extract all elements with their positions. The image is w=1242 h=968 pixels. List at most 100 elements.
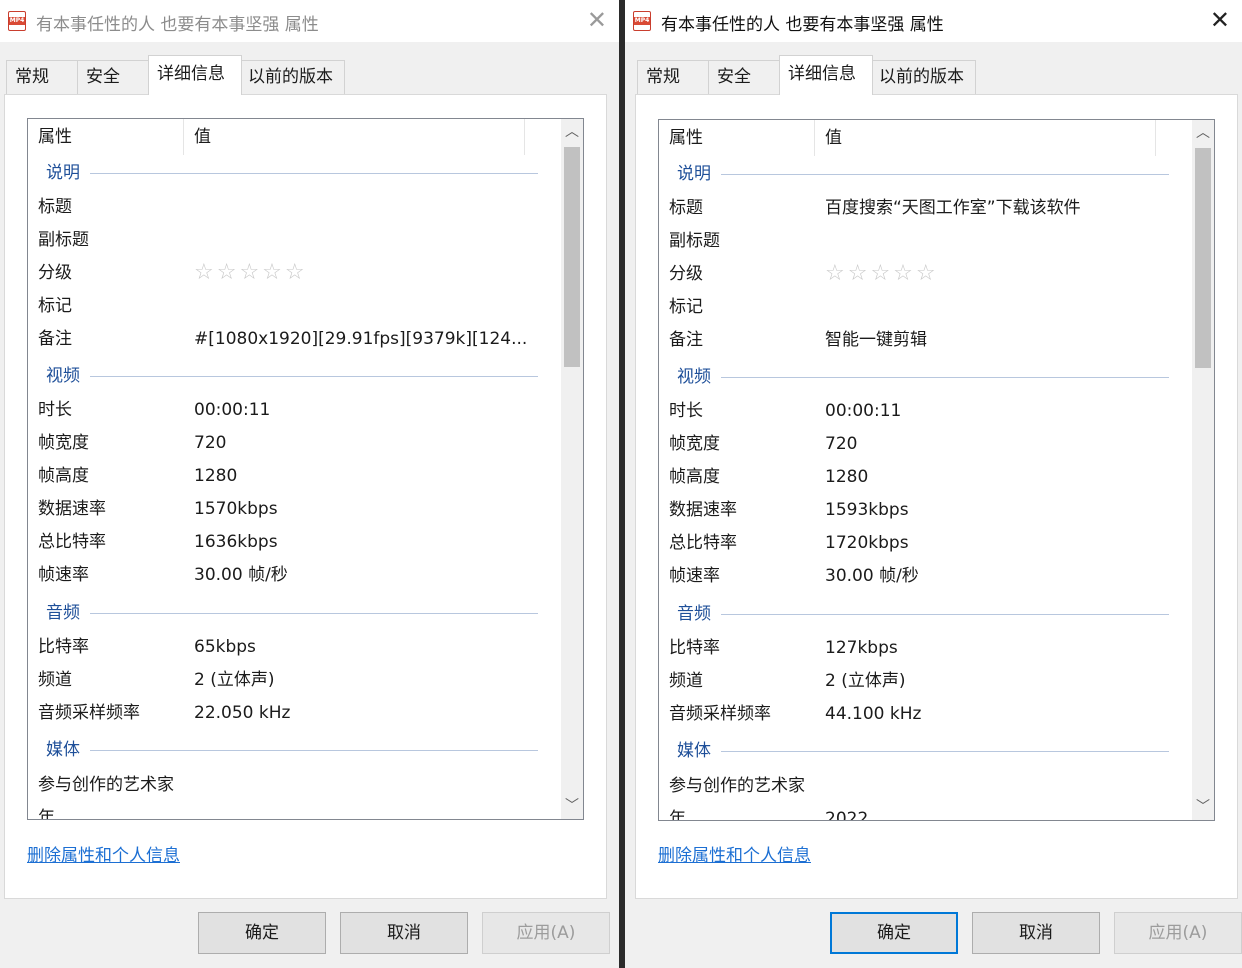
group-label: 媒体 xyxy=(46,740,80,760)
property-row-frame-height[interactable]: 帧高度 1280 xyxy=(659,463,1177,491)
property-row-year[interactable]: 年 2022 xyxy=(659,805,1177,820)
remove-properties-link[interactable]: 删除属性和个人信息 xyxy=(27,841,180,866)
group-media[interactable]: 媒体 xyxy=(659,737,1177,765)
property-name: 频道 xyxy=(669,671,703,691)
property-row-duration[interactable]: 时长 00:00:11 xyxy=(28,396,546,424)
property-row-total-bitrate[interactable]: 总比特率 1720kbps xyxy=(659,529,1177,557)
property-name: 数据速率 xyxy=(38,499,106,519)
property-row-contributing-artists[interactable]: 参与创作的艺术家 xyxy=(28,771,546,799)
property-row-total-bitrate[interactable]: 总比特率 1636kbps xyxy=(28,528,546,556)
group-audio[interactable]: 音频 xyxy=(659,600,1177,628)
vertical-scrollbar[interactable]: ︿ ﹀ xyxy=(561,119,583,819)
tab-general[interactable]: 常规 xyxy=(637,60,709,94)
property-value: 1720kbps xyxy=(825,533,909,553)
cancel-button[interactable]: 取消 xyxy=(972,912,1100,954)
cancel-button[interactable]: 取消 xyxy=(340,912,468,954)
column-header-property[interactable]: 属性 xyxy=(659,120,815,156)
property-row-bitrate[interactable]: 比特率 127kbps xyxy=(659,634,1177,662)
tab-general[interactable]: 常规 xyxy=(6,60,78,94)
tab-security[interactable]: 安全 xyxy=(708,60,780,94)
rating-stars[interactable]: ☆☆☆☆☆ xyxy=(825,260,939,288)
apply-button[interactable]: 应用(A) xyxy=(482,912,610,954)
column-header-value[interactable]: 值 xyxy=(184,119,525,155)
property-row-subtitle[interactable]: 副标题 xyxy=(28,226,546,254)
title-bar[interactable]: MP4 有本事任性的人 也要有本事坚强 属性 ✕ xyxy=(0,0,619,42)
property-row-frame-height[interactable]: 帧高度 1280 xyxy=(28,462,546,490)
property-value[interactable]: 2022 xyxy=(825,805,868,820)
property-row-data-rate[interactable]: 数据速率 1593kbps xyxy=(659,496,1177,524)
group-video[interactable]: 视频 xyxy=(659,363,1177,391)
column-header-property[interactable]: 属性 xyxy=(28,119,184,155)
ok-button[interactable]: 确定 xyxy=(198,912,326,954)
property-row-data-rate[interactable]: 数据速率 1570kbps xyxy=(28,495,546,523)
property-name: 标题 xyxy=(38,197,72,217)
mp4-file-icon: MP4 xyxy=(8,11,26,31)
properties-list[interactable]: 属性 值 说明 标题 百度搜索“天图工作室”下载该软件 副标题 分级 ☆☆☆☆☆… xyxy=(658,119,1215,821)
property-row-duration[interactable]: 时长 00:00:11 xyxy=(659,397,1177,425)
property-name: 时长 xyxy=(38,400,72,420)
property-row-channels[interactable]: 频道 2 (立体声) xyxy=(28,666,546,694)
scrollbar-thumb[interactable] xyxy=(1195,148,1211,368)
property-row-frame-width[interactable]: 帧宽度 720 xyxy=(28,429,546,457)
property-name: 比特率 xyxy=(38,637,89,657)
property-row-channels[interactable]: 频道 2 (立体声) xyxy=(659,667,1177,695)
apply-button[interactable]: 应用(A) xyxy=(1114,912,1242,954)
property-row-tags[interactable]: 标记 xyxy=(28,292,546,320)
group-video[interactable]: 视频 xyxy=(28,362,546,390)
rating-stars[interactable]: ☆☆☆☆☆ xyxy=(194,259,308,287)
property-row-sample-rate[interactable]: 音频采样频率 22.050 kHz xyxy=(28,699,546,727)
property-name: 帧宽度 xyxy=(669,434,720,454)
property-name: 备注 xyxy=(669,330,703,350)
scroll-down-icon[interactable]: ﹀ xyxy=(561,795,583,817)
property-row-contributing-artists[interactable]: 参与创作的艺术家 xyxy=(659,772,1177,800)
scroll-up-icon[interactable]: ︿ xyxy=(561,121,583,143)
column-header-value[interactable]: 值 xyxy=(815,120,1156,156)
property-row-rating[interactable]: 分级 ☆☆☆☆☆ xyxy=(28,259,546,287)
ok-button[interactable]: 确定 xyxy=(830,912,958,954)
tab-security[interactable]: 安全 xyxy=(77,60,149,94)
property-row-comments[interactable]: 备注 智能一键剪辑 xyxy=(659,326,1177,354)
property-row-subtitle[interactable]: 副标题 xyxy=(659,227,1177,255)
group-label: 音频 xyxy=(46,603,80,623)
property-row-bitrate[interactable]: 比特率 65kbps xyxy=(28,633,546,661)
property-row-title[interactable]: 标题 百度搜索“天图工作室”下载该软件 xyxy=(659,194,1177,222)
property-row-frame-rate[interactable]: 帧速率 30.00 帧/秒 xyxy=(28,561,546,589)
tab-previous-versions[interactable]: 以前的版本 xyxy=(872,60,976,94)
remove-properties-link[interactable]: 删除属性和个人信息 xyxy=(658,841,811,866)
property-row-year[interactable]: 年 xyxy=(28,804,546,819)
group-separator xyxy=(90,750,538,751)
properties-list[interactable]: 属性 值 说明 标题 副标题 分级 ☆☆☆☆☆ 标记 备注 #[1080x192… xyxy=(27,118,584,820)
property-value: 127kbps xyxy=(825,638,898,658)
details-panel: 属性 值 说明 标题 百度搜索“天图工作室”下载该软件 副标题 分级 ☆☆☆☆☆… xyxy=(635,94,1238,899)
scroll-down-icon[interactable]: ﹀ xyxy=(1192,796,1214,818)
property-value: 22.050 kHz xyxy=(194,703,291,723)
group-description[interactable]: 说明 xyxy=(28,159,546,187)
tab-details[interactable]: 详细信息 xyxy=(779,55,873,95)
tab-previous-versions[interactable]: 以前的版本 xyxy=(241,60,345,94)
property-name: 标题 xyxy=(669,198,703,218)
group-media[interactable]: 媒体 xyxy=(28,736,546,764)
property-name: 数据速率 xyxy=(669,500,737,520)
property-row-tags[interactable]: 标记 xyxy=(659,293,1177,321)
title-bar[interactable]: MP4 有本事任性的人 也要有本事坚强 属性 ✕ xyxy=(625,0,1242,42)
property-value[interactable]: #[1080x1920][29.91fps][9379k][124... xyxy=(194,325,527,353)
property-name: 分级 xyxy=(669,264,703,284)
vertical-scrollbar[interactable]: ︿ ﹀ xyxy=(1192,120,1214,820)
group-audio[interactable]: 音频 xyxy=(28,599,546,627)
property-row-comments[interactable]: 备注 #[1080x1920][29.91fps][9379k][124... xyxy=(28,325,546,353)
property-row-title[interactable]: 标题 xyxy=(28,193,546,221)
scroll-up-icon[interactable]: ︿ xyxy=(1192,122,1214,144)
property-value[interactable]: 智能一键剪辑 xyxy=(825,326,927,354)
property-row-frame-rate[interactable]: 帧速率 30.00 帧/秒 xyxy=(659,562,1177,590)
property-row-sample-rate[interactable]: 音频采样频率 44.100 kHz xyxy=(659,700,1177,728)
property-name: 参与创作的艺术家 xyxy=(38,775,174,795)
close-icon[interactable]: ✕ xyxy=(587,4,607,36)
close-icon[interactable]: ✕ xyxy=(1210,4,1230,36)
property-row-rating[interactable]: 分级 ☆☆☆☆☆ xyxy=(659,260,1177,288)
details-panel: 属性 值 说明 标题 副标题 分级 ☆☆☆☆☆ 标记 备注 #[1080x192… xyxy=(4,94,607,899)
group-description[interactable]: 说明 xyxy=(659,160,1177,188)
property-value[interactable]: 百度搜索“天图工作室”下载该软件 xyxy=(825,194,1081,222)
scrollbar-thumb[interactable] xyxy=(564,147,580,367)
property-row-frame-width[interactable]: 帧宽度 720 xyxy=(659,430,1177,458)
tab-details[interactable]: 详细信息 xyxy=(148,55,242,95)
